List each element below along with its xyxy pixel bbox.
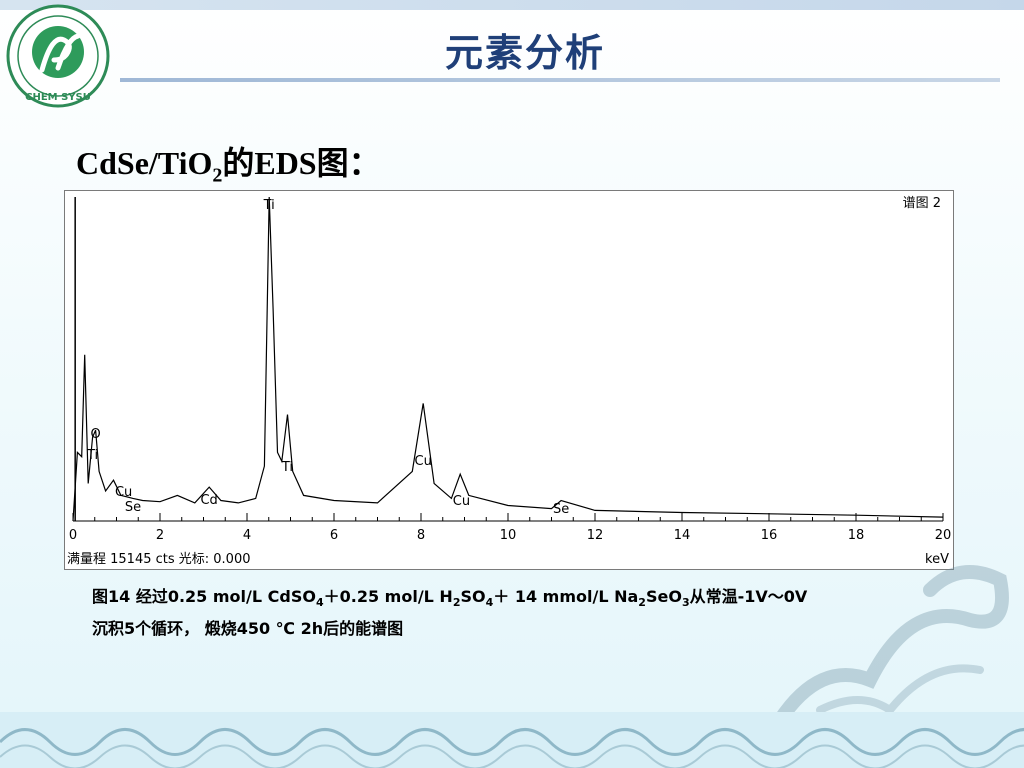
x-tick-label: 12 — [587, 528, 604, 543]
x-tick-label: 14 — [674, 528, 691, 543]
caption-part: ＋0.25 mol/L H — [323, 587, 453, 606]
x-tick-label: 10 — [500, 528, 517, 543]
peak-label: Ti — [263, 198, 275, 213]
peak-label: Se — [553, 502, 569, 517]
chart-footer: 满量程 15145 cts 光标: 0.000 — [67, 552, 251, 567]
caption-sub: 3 — [681, 596, 690, 610]
caption-sub: 4 — [315, 596, 324, 610]
x-tick-label: 0 — [69, 528, 77, 543]
peak-label: Cu — [453, 494, 470, 509]
top-band — [0, 0, 1024, 10]
peak-label: O — [91, 427, 101, 442]
caption-part: SO — [460, 587, 486, 606]
title-divider — [120, 78, 1000, 82]
x-tick-label: 8 — [417, 528, 425, 543]
caption-part: SeO — [645, 587, 682, 606]
dragon-decoration — [773, 565, 1009, 727]
peak-label: Cd — [200, 493, 217, 508]
x-tick-label: 2 — [156, 528, 164, 543]
chart-title: 谱图 2 — [903, 196, 941, 211]
peak-label: Se — [125, 500, 141, 515]
x-tick-label: 4 — [243, 528, 251, 543]
eds-spectrum-svg: 0 2 4 6 8 10 12 14 16 18 20OTiCuSe CdTiTi CuCuSe谱图 2… — [67, 196, 951, 567]
spectrum-line — [72, 196, 944, 522]
peak-label: Ti — [86, 448, 98, 463]
university-logo: CHEM SYSU — [6, 4, 110, 108]
subtitle-suffix: 的EDS图： — [222, 145, 381, 181]
subtitle-subscript: 2 — [212, 164, 223, 187]
x-tick-label: 6 — [330, 528, 338, 543]
peak-label: Ti — [281, 460, 293, 475]
slide-title: 元素分析 — [444, 31, 605, 75]
svg-text:CHEM SYSU: CHEM SYSU — [25, 92, 91, 103]
caption-sub: 2 — [638, 596, 646, 610]
eds-spectrum-chart: 0 2 4 6 8 10 12 14 16 18 20 O Ti Cu Se Cd Ti Ti Cu Cu Se 谱图 2… — [64, 190, 954, 570]
slide-subtitle: CdSe/TiO2的EDS图： — [76, 138, 381, 187]
caption-part: ＋ 14 mmol/L Na — [493, 587, 639, 606]
peak-label: Cu — [115, 485, 132, 500]
caption-part: 图14 经过0.25 mol/L CdSO — [92, 587, 316, 606]
wave-decoration — [0, 712, 1024, 768]
subtitle-prefix: CdSe/TiO — [76, 145, 213, 181]
peak-label: Cu — [415, 454, 432, 469]
